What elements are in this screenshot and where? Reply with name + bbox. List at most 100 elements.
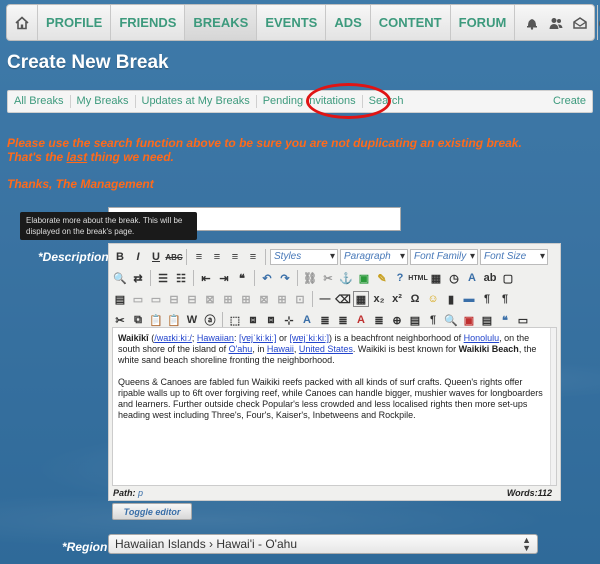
ltr-icon[interactable]: ¶ xyxy=(479,291,495,307)
redo-icon[interactable]: ↷ xyxy=(277,270,293,286)
bell-icon[interactable] xyxy=(525,16,539,30)
bold-icon[interactable]: B xyxy=(112,249,128,265)
align-center-icon[interactable]: ≡ xyxy=(209,249,225,265)
fullscreen-icon[interactable]: ▢ xyxy=(500,270,516,286)
underline-icon[interactable]: U xyxy=(148,249,164,265)
nav-content[interactable]: CONTENT xyxy=(371,5,451,40)
anchor-icon[interactable]: ⚓ xyxy=(338,270,354,286)
template-icon[interactable]: ▤ xyxy=(479,312,495,328)
editor-link[interactable]: Honolulu xyxy=(464,333,500,343)
editor-link[interactable]: [wɐjˈkiːkiː] xyxy=(290,333,330,343)
move-forward-icon[interactable]: ⧈ xyxy=(245,312,261,328)
subnav-updates[interactable]: Updates at My Breaks xyxy=(136,95,257,108)
preview-icon[interactable]: 🔍 xyxy=(443,312,459,328)
cut-icon[interactable]: ✂ xyxy=(112,312,128,328)
rtl-icon[interactable]: ¶ xyxy=(497,291,513,307)
emoticon-icon[interactable]: ☺ xyxy=(425,291,441,307)
italic-icon[interactable]: I xyxy=(130,249,146,265)
quote-icon[interactable]: ❝ xyxy=(497,312,513,328)
attribs-icon[interactable]: ▤ xyxy=(407,312,423,328)
people-icon[interactable] xyxy=(549,16,563,30)
styleprops-icon[interactable]: A xyxy=(299,312,315,328)
editor-path-value[interactable]: p xyxy=(138,488,143,498)
editor-link[interactable]: United States xyxy=(299,344,353,354)
cell-props-icon[interactable]: ▭ xyxy=(148,291,164,307)
paragraph-select[interactable]: Paragraph xyxy=(340,249,408,265)
editor-link[interactable]: O'ahu xyxy=(229,344,253,354)
link-icon[interactable]: ⛓ xyxy=(302,270,318,286)
abbr-icon[interactable]: ≣ xyxy=(335,312,351,328)
find-icon[interactable]: 🔍 xyxy=(112,270,128,286)
superscript-icon[interactable]: x² xyxy=(389,291,405,307)
select-all-icon[interactable]: ⓐ xyxy=(202,312,218,328)
visual-aid-icon[interactable]: ▦ xyxy=(353,291,369,307)
undo-icon[interactable]: ↶ xyxy=(259,270,275,286)
cleanup-icon[interactable]: ✎ xyxy=(374,270,390,286)
text-color-icon[interactable]: A xyxy=(464,270,480,286)
nav-ads[interactable]: ADS xyxy=(326,5,371,40)
split-cells-icon[interactable]: ⊞ xyxy=(274,291,290,307)
ins-icon[interactable]: ⊕ xyxy=(389,312,405,328)
toggle-editor-button[interactable]: Toggle editor xyxy=(112,503,192,520)
editor-link[interactable]: [vɐjˈkiːkiː] xyxy=(239,333,277,343)
code-icon[interactable]: ▭ xyxy=(515,312,531,328)
horizontal-rule-icon[interactable]: — xyxy=(317,291,333,307)
nav-friends[interactable]: FRIENDS xyxy=(111,5,186,40)
background-color-icon[interactable]: ab xyxy=(482,270,498,286)
paste-word-icon[interactable]: W xyxy=(184,312,200,328)
paste-icon[interactable]: 📋 xyxy=(148,312,164,328)
editor-content[interactable]: Waikīkī (/waɪkiːkiː/; Hawaiian: [vɐjˈkiː… xyxy=(112,327,557,486)
image-icon[interactable]: ▣ xyxy=(356,270,372,286)
font-family-select[interactable]: Font Family xyxy=(410,249,478,265)
row-props-icon[interactable]: ▭ xyxy=(130,291,146,307)
nav-breaks[interactable]: BREAKS xyxy=(185,5,258,40)
insert-row-after-icon[interactable]: ⊟ xyxy=(184,291,200,307)
styles-select[interactable]: Styles xyxy=(270,249,338,265)
mail-icon[interactable] xyxy=(573,16,588,30)
move-backward-icon[interactable]: ⧈ xyxy=(263,312,279,328)
nonbreaking-icon[interactable]: ¶ xyxy=(425,312,441,328)
editor-link[interactable]: /waɪkiːkiː/ xyxy=(154,333,192,343)
font-size-select[interactable]: Font Size xyxy=(480,249,548,265)
unlink-icon[interactable]: ✂ xyxy=(320,270,336,286)
insert-row-before-icon[interactable]: ⊟ xyxy=(166,291,182,307)
align-left-icon[interactable]: ≡ xyxy=(191,249,207,265)
strikethrough-icon[interactable]: ABC xyxy=(165,249,182,265)
pagebreak-icon[interactable]: ▣ xyxy=(461,312,477,328)
table-icon[interactable]: ▤ xyxy=(112,291,128,307)
special-char-icon[interactable]: Ω xyxy=(407,291,423,307)
acronym-icon[interactable]: A xyxy=(353,312,369,328)
time-icon[interactable]: ◷ xyxy=(446,270,462,286)
insert-layer-icon[interactable]: ⬚ xyxy=(227,312,243,328)
del-icon[interactable]: ≣ xyxy=(371,312,387,328)
editor-link[interactable]: Hawaiian xyxy=(197,333,234,343)
blockquote-icon[interactable]: ❝ xyxy=(234,270,250,286)
nav-home[interactable] xyxy=(7,5,38,40)
insert-col-after-icon[interactable]: ⊞ xyxy=(238,291,254,307)
advanced-hr-icon[interactable]: ▬ xyxy=(461,291,477,307)
paste-text-icon[interactable]: 📋 xyxy=(166,312,182,328)
bullet-list-icon[interactable]: ☰ xyxy=(155,270,171,286)
nav-forum[interactable]: FORUM xyxy=(451,5,516,40)
media-icon[interactable]: ▮ xyxy=(443,291,459,307)
insert-col-before-icon[interactable]: ⊞ xyxy=(220,291,236,307)
nav-events[interactable]: EVENTS xyxy=(257,5,327,40)
html-icon[interactable]: HTML xyxy=(408,270,427,286)
replace-icon[interactable]: ⇄ xyxy=(130,270,146,286)
editor-link[interactable]: Hawaii xyxy=(267,344,294,354)
region-select[interactable]: Hawaiian Islands › Hawai'i - O'ahu ▲ ▼ xyxy=(108,534,538,554)
help-icon[interactable]: ? xyxy=(392,270,408,286)
copy-icon[interactable]: ⧉ xyxy=(130,312,146,328)
absolute-icon[interactable]: ⊹ xyxy=(281,312,297,328)
subnav-my-breaks[interactable]: My Breaks xyxy=(71,95,136,108)
date-icon[interactable]: ▦ xyxy=(428,270,444,286)
indent-icon[interactable]: ⇥ xyxy=(216,270,232,286)
align-right-icon[interactable]: ≡ xyxy=(227,249,243,265)
merge-cells-icon[interactable]: ⊡ xyxy=(292,291,308,307)
editor-scrollbar[interactable] xyxy=(550,328,556,485)
remove-format-icon[interactable]: ⌫ xyxy=(335,291,351,307)
cite-icon[interactable]: ≣ xyxy=(317,312,333,328)
delete-row-icon[interactable]: ⊠ xyxy=(202,291,218,307)
numbered-list-icon[interactable]: ☷ xyxy=(173,270,189,286)
outdent-icon[interactable]: ⇤ xyxy=(198,270,214,286)
